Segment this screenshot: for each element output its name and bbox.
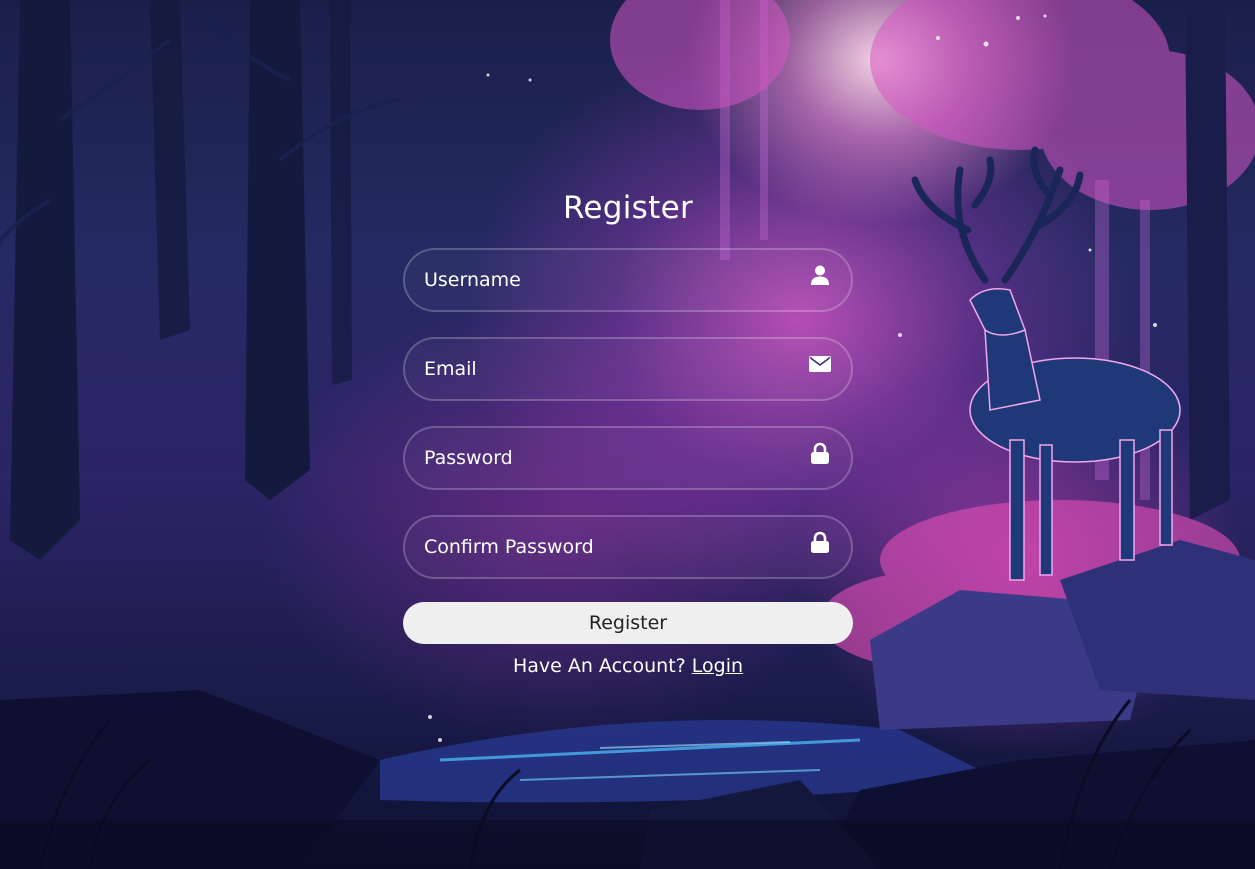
password-input[interactable]	[405, 428, 851, 488]
register-form: Register Username Email Register Have An…	[403, 180, 853, 677]
user-icon	[811, 265, 829, 285]
login-prompt: Have An Account? Login	[403, 655, 853, 677]
confirm-password-field-wrapper	[403, 515, 853, 579]
email-field-wrapper	[403, 337, 853, 401]
page-background: Register Username Email Register Have An…	[0, 0, 1255, 869]
lock-icon	[811, 442, 829, 464]
username-field-wrapper	[403, 248, 853, 312]
confirm-password-input[interactable]	[405, 517, 851, 577]
have-account-text: Have An Account?	[512, 655, 686, 677]
envelope-icon	[809, 356, 831, 372]
password-field-wrapper	[403, 426, 853, 490]
register-button[interactable]: Register	[403, 602, 853, 644]
email-input[interactable]	[405, 339, 851, 399]
login-link[interactable]: Login	[692, 655, 743, 677]
lock-icon	[811, 531, 829, 553]
username-input[interactable]	[405, 250, 851, 310]
form-title: Register	[562, 190, 694, 226]
